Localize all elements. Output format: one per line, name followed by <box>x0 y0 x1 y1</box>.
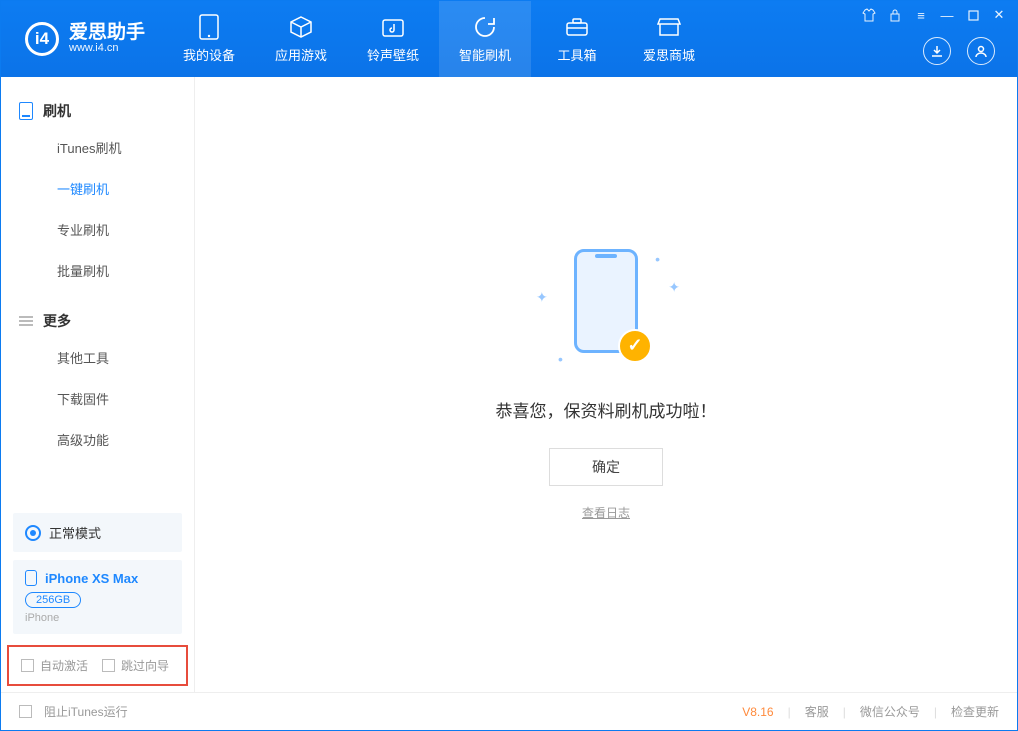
device-type: iPhone <box>25 612 170 624</box>
wechat-link[interactable]: 微信公众号 <box>860 703 920 720</box>
refresh-icon <box>473 15 497 39</box>
app-url: www.i4.cn <box>69 42 145 55</box>
checkbox-label: 自动激活 <box>40 657 88 674</box>
store-icon <box>657 15 681 39</box>
nav-tab-apps[interactable]: 应用游戏 <box>255 1 347 77</box>
sparkle-icon: ✦ <box>668 279 680 296</box>
nav-tab-label: 智能刷机 <box>459 45 511 64</box>
nav-tab-label: 应用游戏 <box>275 45 327 64</box>
download-icon[interactable] <box>923 37 951 65</box>
sidebar-item-itunes-flash[interactable]: iTunes刷机 <box>1 127 194 168</box>
sparkle-icon: ✦ <box>536 289 548 306</box>
list-icon <box>19 316 33 326</box>
checkbox-icon <box>21 659 34 672</box>
logo-icon: i4 <box>25 22 59 56</box>
success-message: 恭喜您，保资料刷机成功啦！ <box>496 397 717 422</box>
device-mode-label: 正常模式 <box>49 523 101 542</box>
sidebar-item-other-tools[interactable]: 其他工具 <box>1 337 194 378</box>
app-name: 爱思助手 <box>69 23 145 42</box>
nav-tab-device[interactable]: 我的设备 <box>163 1 255 77</box>
nav-tab-toolbox[interactable]: 工具箱 <box>531 1 623 77</box>
menu-icon[interactable]: ≡ <box>913 7 929 23</box>
header-actions <box>923 37 995 65</box>
sidebar-item-pro-flash[interactable]: 专业刷机 <box>1 209 194 250</box>
divider: | <box>788 705 791 719</box>
sidebar-group-label: 刷机 <box>43 101 71 121</box>
shirt-icon[interactable] <box>861 7 877 23</box>
minimize-icon[interactable]: — <box>939 7 955 23</box>
checkbox-label: 阻止iTunes运行 <box>44 703 128 720</box>
nav-tab-label: 铃声壁纸 <box>367 45 419 64</box>
sidebar-item-download-firmware[interactable]: 下载固件 <box>1 378 194 419</box>
nav-tab-label: 我的设备 <box>183 45 235 64</box>
close-icon[interactable]: ✕ <box>991 7 1007 23</box>
sidebar-item-oneclick-flash[interactable]: 一键刷机 <box>1 168 194 209</box>
ok-button[interactable]: 确定 <box>549 448 663 486</box>
checkbox-icon <box>102 659 115 672</box>
auto-activate-checkbox[interactable]: 自动激活 <box>21 657 88 674</box>
device-info-box[interactable]: iPhone XS Max 256GB iPhone <box>13 560 182 634</box>
divider: | <box>934 705 937 719</box>
cube-icon <box>289 15 313 39</box>
flash-options-highlight: 自动激活 跳过向导 <box>7 645 188 686</box>
nav-tab-store[interactable]: 爱思商城 <box>623 1 715 77</box>
divider: | <box>843 705 846 719</box>
maximize-icon[interactable] <box>965 7 981 23</box>
mode-icon <box>25 525 41 541</box>
toolbox-icon <box>565 15 589 39</box>
sidebar: 刷机 iTunes刷机 一键刷机 专业刷机 批量刷机 更多 其他工具 下载固件 … <box>1 77 195 692</box>
sparkle-icon: • <box>558 351 563 367</box>
view-log-link[interactable]: 查看日志 <box>582 504 630 521</box>
sidebar-group-flash: 刷机 <box>1 95 194 127</box>
footer-bar: 阻止iTunes运行 V8.16 | 客服 | 微信公众号 | 检查更新 <box>1 692 1017 730</box>
device-icon <box>197 15 221 39</box>
block-itunes-checkbox[interactable]: 阻止iTunes运行 <box>19 703 128 720</box>
logo-block: i4 爱思助手 www.i4.cn <box>1 1 163 77</box>
nav-tab-flash[interactable]: 智能刷机 <box>439 1 531 77</box>
support-link[interactable]: 客服 <box>805 703 829 720</box>
checkbox-label: 跳过向导 <box>121 657 169 674</box>
nav-tab-label: 爱思商城 <box>643 45 695 64</box>
checkbox-icon <box>19 705 32 718</box>
device-mode-box[interactable]: 正常模式 <box>13 513 182 552</box>
nav-tab-label: 工具箱 <box>558 45 597 64</box>
device-name: iPhone XS Max <box>45 571 138 586</box>
user-icon[interactable] <box>967 37 995 65</box>
music-folder-icon <box>381 15 405 39</box>
nav-tab-ringtones[interactable]: 铃声壁纸 <box>347 1 439 77</box>
app-header: i4 爱思助手 www.i4.cn 我的设备 应用游戏 铃声壁纸 智能刷机 工具… <box>1 1 1017 77</box>
check-badge-icon: ✓ <box>618 329 652 363</box>
device-outline-icon <box>25 570 37 586</box>
sidebar-group-more: 更多 <box>1 305 194 337</box>
sparkle-icon: • <box>655 251 660 267</box>
lock-icon[interactable] <box>887 7 903 23</box>
phone-outline-icon <box>19 102 33 120</box>
skip-guide-checkbox[interactable]: 跳过向导 <box>102 657 169 674</box>
sidebar-item-advanced[interactable]: 高级功能 <box>1 419 194 460</box>
success-illustration: ✦ ✦ • • ✓ <box>526 249 686 369</box>
device-capacity: 256GB <box>25 592 81 608</box>
sidebar-item-batch-flash[interactable]: 批量刷机 <box>1 250 194 291</box>
main-content: ✦ ✦ • • ✓ 恭喜您，保资料刷机成功啦！ 确定 查看日志 <box>195 77 1017 692</box>
phone-notch-icon <box>595 254 617 258</box>
window-controls: ≡ — ✕ <box>861 7 1007 23</box>
sidebar-group-label: 更多 <box>43 311 71 331</box>
nav-tabs: 我的设备 应用游戏 铃声壁纸 智能刷机 工具箱 爱思商城 <box>163 1 715 77</box>
version-label: V8.16 <box>742 705 773 719</box>
check-update-link[interactable]: 检查更新 <box>951 703 999 720</box>
